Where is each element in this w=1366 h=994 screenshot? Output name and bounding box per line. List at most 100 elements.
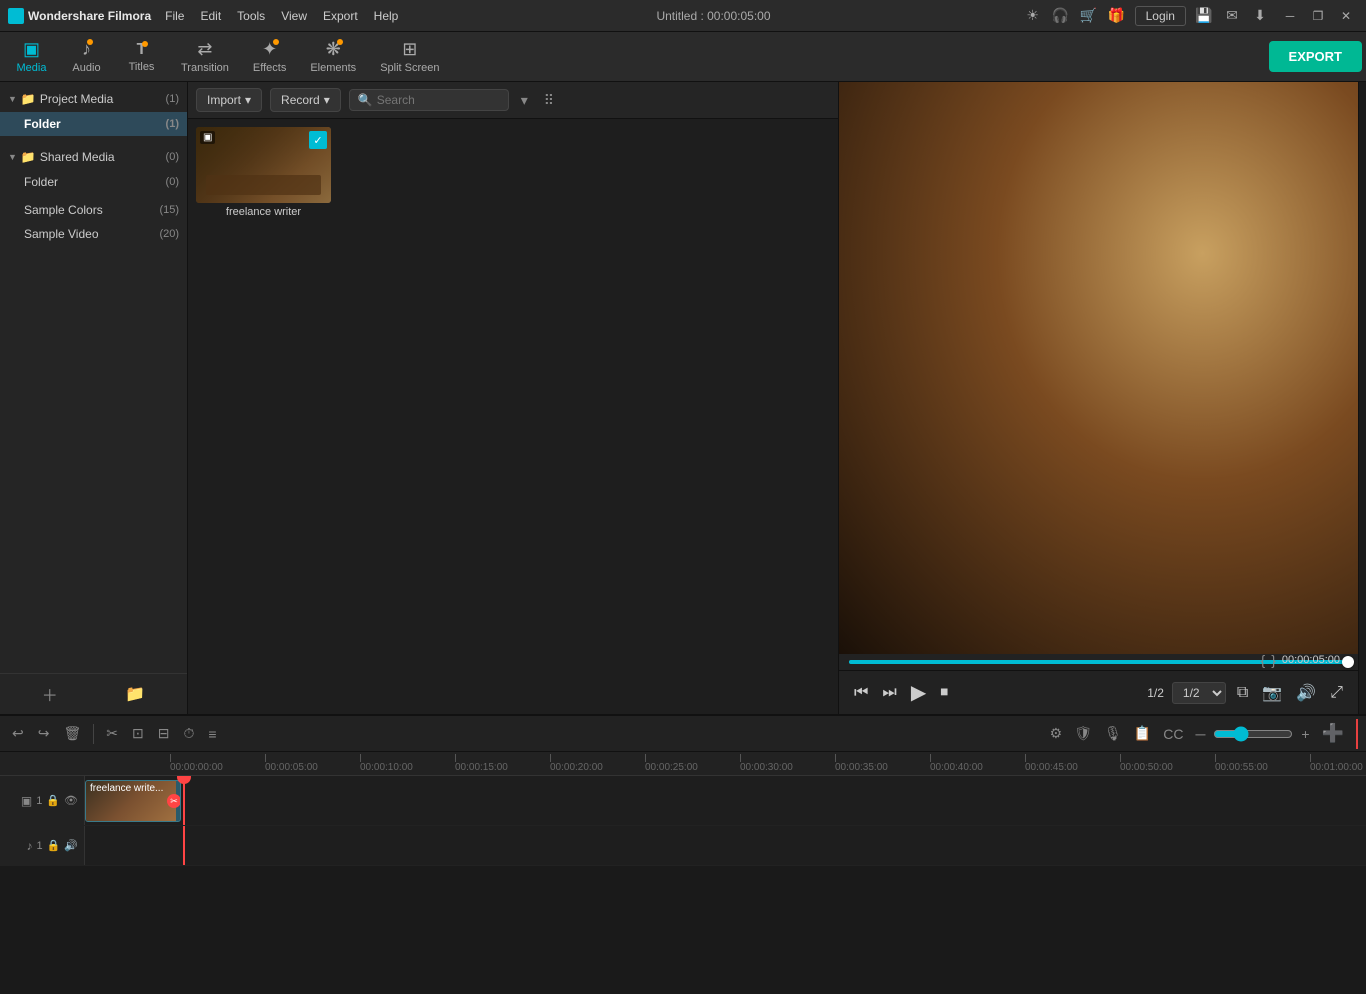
audio-lock-icon[interactable]: 🔒 xyxy=(47,839,61,852)
toolbar-audio[interactable]: ♪ Audio xyxy=(59,35,114,78)
minimize-button[interactable]: ─ xyxy=(1278,6,1302,26)
toolbar-transition-label: Transition xyxy=(181,62,229,74)
media-item-label: freelance writer xyxy=(196,206,331,218)
toolbar-transition[interactable]: ⇄ Transition xyxy=(169,35,241,78)
mail-icon[interactable]: ✉ xyxy=(1222,6,1242,26)
collapse-handle[interactable] xyxy=(1356,719,1358,749)
toolbar-effects[interactable]: ✦ Effects xyxy=(241,35,298,78)
gift-icon[interactable]: 🎁 xyxy=(1107,6,1127,26)
filter-icon[interactable]: ▾ xyxy=(517,90,532,111)
app-logo: Wondershare Filmora xyxy=(8,8,151,24)
sidebar-item-folder-shared[interactable]: Folder (0) xyxy=(0,170,187,194)
playback-controls: ⏮ ⏭ ▶ ⏹ xyxy=(851,677,951,708)
overlay-icon[interactable]: 📋 xyxy=(1130,723,1155,744)
close-button[interactable]: ✕ xyxy=(1334,6,1358,26)
ruler-marks: 00:00:00:00 00:00:05:00 00:00:10:00 00:0… xyxy=(170,754,1366,773)
delete-button[interactable]: 🗑 xyxy=(59,723,85,744)
audio-track-icon: ♪ xyxy=(26,839,32,853)
add-track-button[interactable]: ➕ xyxy=(1318,721,1348,746)
sidebar-item-sample-colors[interactable]: Sample Colors (15) xyxy=(0,198,187,222)
new-folder-button[interactable]: 📁 xyxy=(125,684,145,704)
mic-icon[interactable]: 🎙 xyxy=(1100,723,1126,744)
adjust-button[interactable]: ≡ xyxy=(204,724,220,744)
timeline-ruler: 00:00:00:00 00:00:05:00 00:00:10:00 00:0… xyxy=(0,752,1366,776)
settings-icon[interactable]: ⚙ xyxy=(1046,723,1067,744)
more-options-icon[interactable]: ⠿ xyxy=(540,90,558,111)
redo-button[interactable]: ↪ xyxy=(34,723,54,744)
zoom-out-icon[interactable]: ─ xyxy=(1191,724,1209,744)
toolbar-split-screen[interactable]: ⊞ Split Screen xyxy=(368,35,451,78)
audio-track-1-content xyxy=(85,826,1366,865)
menu-help[interactable]: Help xyxy=(368,7,405,25)
rewind-button[interactable]: ⏮ xyxy=(851,681,871,705)
headphone-icon[interactable]: 🎧 xyxy=(1051,6,1071,26)
titlebar: Wondershare Filmora File Edit Tools View… xyxy=(0,0,1366,32)
caption-icon[interactable]: CC xyxy=(1159,724,1187,744)
lock-icon[interactable]: 🔒 xyxy=(46,794,60,807)
clip-cut-button[interactable]: ✂ xyxy=(167,794,181,808)
visibility-icon[interactable]: 👁 xyxy=(64,794,78,807)
undo-button[interactable]: ↩ xyxy=(8,723,28,744)
fullscreen-button[interactable]: ⤢ xyxy=(1327,681,1346,705)
record-button[interactable]: Record ▾ xyxy=(270,88,341,112)
save-icon[interactable]: 💾 xyxy=(1194,6,1214,26)
menu-export[interactable]: Export xyxy=(317,7,364,25)
crop-button[interactable]: ⊡ xyxy=(128,723,148,744)
login-button[interactable]: Login xyxy=(1135,6,1186,26)
maximize-button[interactable]: ❐ xyxy=(1306,6,1330,26)
cut-button[interactable]: ✂ xyxy=(102,723,122,744)
audio-mute-icon[interactable]: 🔊 xyxy=(64,839,78,852)
search-input[interactable] xyxy=(377,93,500,107)
bracket-right[interactable]: } xyxy=(1271,652,1276,668)
stop-button[interactable]: ⏹ xyxy=(937,681,951,705)
add-media-button[interactable]: ＋ xyxy=(42,682,58,706)
sidebar-item-sample-video[interactable]: Sample Video (20) xyxy=(0,222,187,246)
timeline-tracks: ▣ 1 🔒 👁 freelance write... ✂ xyxy=(0,776,1366,994)
bracket-left[interactable]: { xyxy=(1261,652,1266,668)
speed-button[interactable]: ⏱ xyxy=(179,723,198,744)
progress-handle[interactable] xyxy=(1342,656,1354,668)
cart-icon[interactable]: 🛒 xyxy=(1079,6,1099,26)
menu-file[interactable]: File xyxy=(159,7,190,25)
export-button[interactable]: EXPORT xyxy=(1269,41,1362,72)
zoom-in-icon[interactable]: + xyxy=(1297,724,1313,744)
menu-tools[interactable]: Tools xyxy=(231,7,271,25)
ruler-mark-11: 00:00:55:00 xyxy=(1215,754,1310,773)
search-box[interactable]: 🔍 xyxy=(349,89,509,111)
menu-view[interactable]: View xyxy=(275,7,313,25)
ruler-mark-3: 00:00:15:00 xyxy=(455,754,550,773)
ruler-label: 00:00:05:00 xyxy=(265,762,318,773)
frame-back-button[interactable]: ⏭ xyxy=(879,681,899,705)
zoom-slider[interactable] xyxy=(1213,726,1293,742)
toolbar-elements[interactable]: ❋ Elements xyxy=(298,35,368,78)
playback-quality-select[interactable]: 1/2 1/4 Full xyxy=(1172,682,1226,704)
pip-button[interactable]: ⧉ xyxy=(1234,681,1251,705)
ruler-label: 00:00:50:00 xyxy=(1120,762,1173,773)
media-item-freelance-writer[interactable]: ▣ ✓ freelance writer xyxy=(196,127,331,218)
download-icon[interactable]: ⬇ xyxy=(1250,6,1270,26)
magnet-icon[interactable]: 🛡 xyxy=(1070,723,1096,744)
shared-media-group[interactable]: ▼ 📁 Shared Media (0) xyxy=(0,144,187,170)
ruler-label: 00:00:35:00 xyxy=(835,762,888,773)
timeline-right-controls: ⚙ 🛡 🎙 📋 CC ─ + ➕ xyxy=(1046,719,1358,749)
brightness-icon[interactable]: ☀ xyxy=(1023,6,1043,26)
trim-button[interactable]: ⊟ xyxy=(154,723,174,744)
sidebar-item-folder-project[interactable]: Folder (1) xyxy=(0,112,187,136)
project-media-group[interactable]: ▼ 📁 Project Media (1) xyxy=(0,86,187,112)
volume-button[interactable]: 🔊 xyxy=(1293,680,1319,706)
player-controls: ⏮ ⏭ ▶ ⏹ 1/2 1/2 1/4 Full ⧉ 📷 🔊 ⤢ xyxy=(839,670,1358,714)
ruler-mark-7: 00:00:35:00 xyxy=(835,754,930,773)
shared-folder-count: (0) xyxy=(166,176,179,188)
toolbar-titles[interactable]: T Titles xyxy=(114,37,169,77)
title-center: Untitled : 00:00:05:00 xyxy=(656,9,770,23)
play-button[interactable]: ▶ xyxy=(908,677,929,708)
media-area: Import ▾ Record ▾ 🔍 ▾ ⠿ xyxy=(188,82,838,714)
video-track-1: ▣ 1 🔒 👁 freelance write... ✂ xyxy=(0,776,1366,826)
toolbar-media[interactable]: ▣ Media xyxy=(4,35,59,78)
import-button[interactable]: Import ▾ xyxy=(196,88,262,112)
menu-edit[interactable]: Edit xyxy=(194,7,227,25)
snapshot-button[interactable]: 📷 xyxy=(1259,680,1285,706)
progress-bar-container[interactable]: { } 00:00:05:00 xyxy=(839,654,1358,670)
titles-icon: T xyxy=(137,41,147,59)
video-clip-1[interactable]: freelance write... ✂ xyxy=(85,780,181,822)
